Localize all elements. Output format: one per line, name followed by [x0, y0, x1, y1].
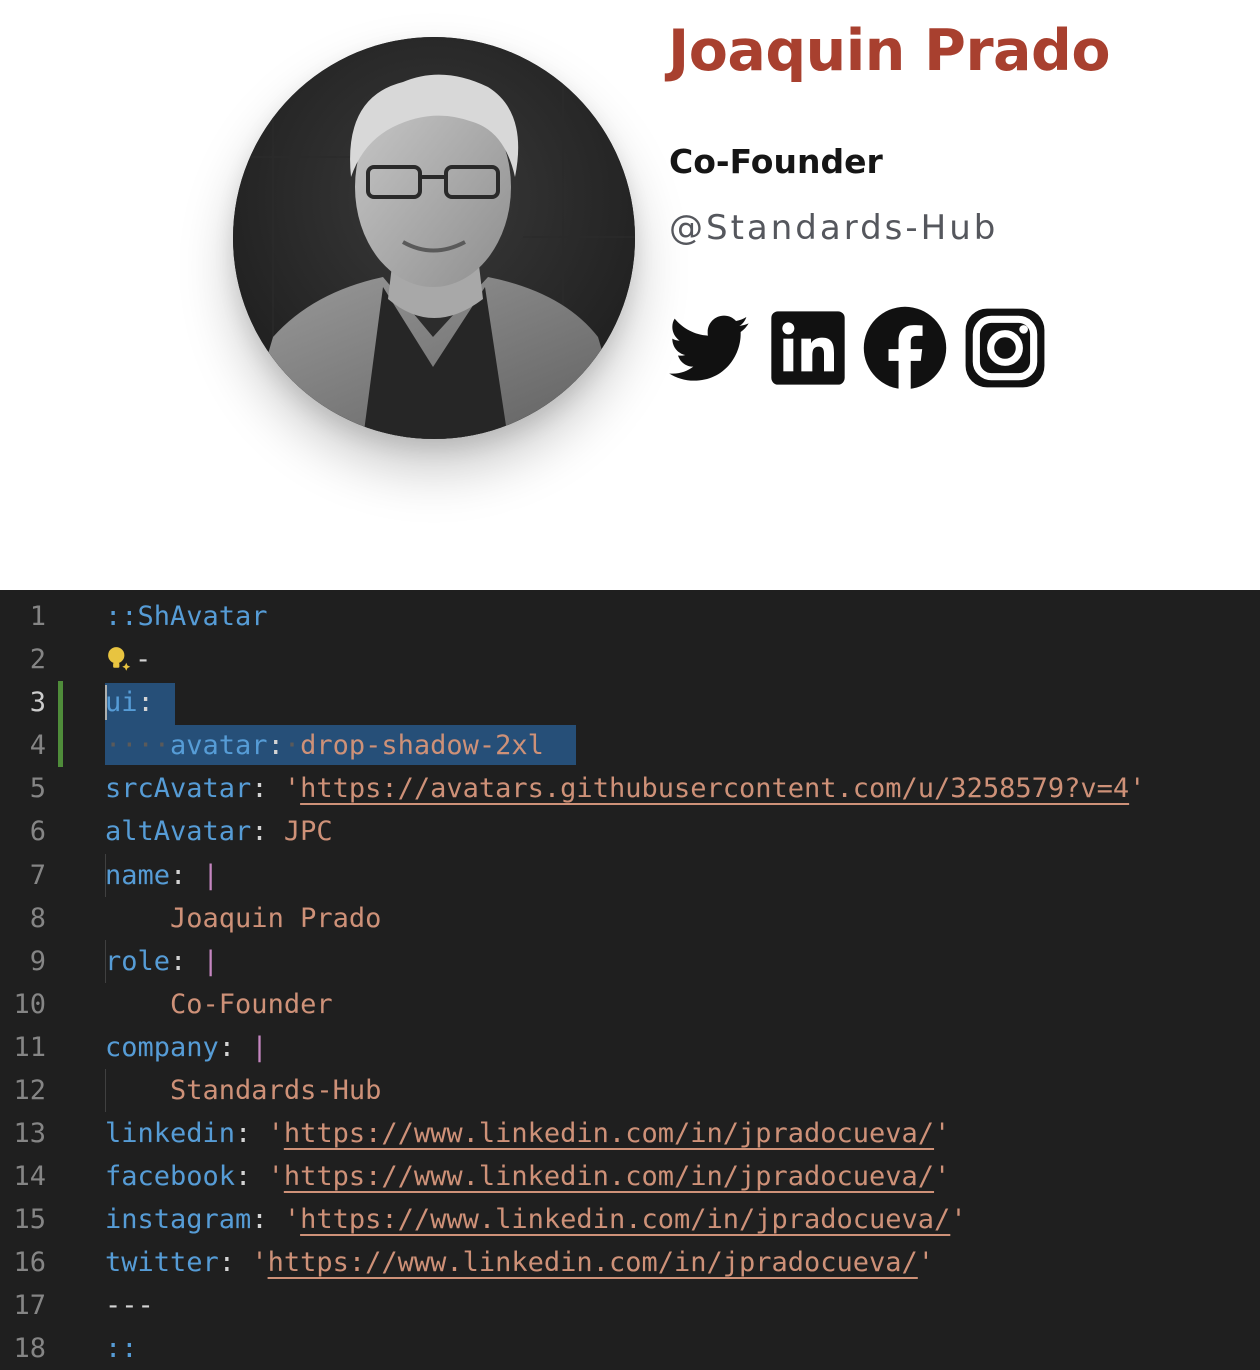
url-link[interactable]: https://www.linkedin.com/in/jpradocueva/: [268, 1247, 918, 1278]
code-line[interactable]: 4 ····avatar:·drop-shadow-2xl: [0, 724, 1260, 767]
code-text: role: |: [105, 946, 219, 977]
line-number: 12: [13, 1075, 46, 1106]
code-text: altAvatar: JPC: [105, 816, 333, 847]
code-line[interactable]: 9 role: |: [0, 940, 1260, 983]
yaml-value: drop-shadow-2xl: [300, 730, 544, 761]
code-text: Standards-Hub: [105, 1069, 381, 1112]
url-link[interactable]: https://avatars.githubusercontent.com/u/…: [300, 773, 1129, 804]
yaml-key: ui: [105, 687, 138, 718]
code-line[interactable]: 16 twitter: 'https://www.linkedin.com/in…: [0, 1241, 1260, 1284]
yaml-key: name: [105, 860, 171, 891]
code-text: ····avatar:·drop-shadow-2xl: [105, 730, 544, 761]
code-line[interactable]: 2 -: [0, 638, 1260, 681]
facebook-icon[interactable]: [862, 305, 948, 391]
yaml-key: instagram: [105, 1204, 252, 1235]
line-number: 4: [29, 730, 46, 761]
line-number: 3: [29, 687, 46, 718]
line-number: 15: [13, 1204, 46, 1235]
code-line[interactable]: 10 Co-Founder: [0, 983, 1260, 1026]
code-text: ---: [105, 1290, 154, 1321]
yaml-key: company: [105, 1032, 219, 1063]
url-link[interactable]: https://www.linkedin.com/in/jpradocueva/: [284, 1161, 934, 1192]
yaml-value: Standards-Hub: [170, 1075, 382, 1106]
yaml-key: altAvatar: [105, 816, 252, 847]
code-text: ::: [105, 1333, 138, 1364]
code-text: Joaquin Prado: [105, 897, 381, 940]
profile-company: @Standards-Hub: [669, 208, 999, 248]
linkedin-icon[interactable]: [768, 308, 848, 388]
yaml-key: facebook: [105, 1161, 236, 1192]
avatar-preview: Joaquin Prado Co-Founder @Standards-Hub: [0, 0, 1260, 590]
code-line[interactable]: 18 ::: [0, 1327, 1260, 1370]
code-text: linkedin: 'https://www.linkedin.com/in/j…: [105, 1118, 951, 1149]
line-number: 13: [13, 1118, 46, 1149]
yaml-key: linkedin: [105, 1118, 236, 1149]
line-number: 14: [13, 1161, 46, 1192]
code-text: name: |: [105, 860, 219, 891]
yaml-value: Joaquin Prado: [170, 903, 382, 934]
line-number: 5: [29, 773, 46, 804]
yaml-key: srcAvatar: [105, 773, 252, 804]
code-text: instagram: 'https://www.linkedin.com/in/…: [105, 1204, 967, 1235]
code-text: Co-Founder: [105, 983, 333, 1026]
line-number: 11: [13, 1032, 46, 1063]
line-number: 7: [29, 860, 46, 891]
code-text: -: [135, 644, 152, 675]
code-line[interactable]: 11 company: |: [0, 1026, 1260, 1069]
code-text: ::ShAvatar: [105, 601, 268, 632]
line-number: 9: [29, 946, 46, 977]
code-line[interactable]: 1 ::ShAvatar: [0, 595, 1260, 638]
url-link[interactable]: https://www.linkedin.com/in/jpradocueva/: [300, 1204, 950, 1235]
yaml-value: JPC: [283, 816, 333, 847]
twitter-icon[interactable]: [666, 308, 754, 388]
code-line[interactable]: 6 altAvatar: JPC: [0, 810, 1260, 853]
line-number: 6: [29, 816, 46, 847]
yaml-key: role: [105, 946, 171, 977]
code-line[interactable]: 15 instagram: 'https://www.linkedin.com/…: [0, 1198, 1260, 1241]
code-text: twitter: 'https://www.linkedin.com/in/jp…: [105, 1247, 935, 1278]
url-link[interactable]: https://www.linkedin.com/in/jpradocueva/: [284, 1118, 934, 1149]
avatar: [233, 37, 635, 439]
line-number: 16: [13, 1247, 46, 1278]
avatar-photo: [233, 37, 635, 439]
yaml-value: Co-Founder: [170, 989, 333, 1020]
code-text: ui:: [105, 687, 154, 718]
code-text: -: [105, 638, 151, 681]
code-line[interactable]: 14 facebook: 'https://www.linkedin.com/i…: [0, 1155, 1260, 1198]
code-line[interactable]: 7 name: |: [0, 854, 1260, 897]
instagram-icon[interactable]: [962, 305, 1048, 391]
code-line[interactable]: 8 Joaquin Prado: [0, 897, 1260, 940]
code-line[interactable]: 3 ui:: [0, 681, 1260, 767]
line-number: 2: [29, 644, 46, 675]
code-text: company: |: [105, 1032, 268, 1063]
line-number: 8: [29, 903, 46, 934]
line-number: 17: [13, 1290, 46, 1321]
lightbulb-sparkle-icon[interactable]: [105, 644, 135, 674]
code-text: srcAvatar: 'https://avatars.githubuserco…: [105, 773, 1146, 804]
profile-name: Joaquin Prado: [668, 18, 1111, 84]
line-number: 10: [13, 989, 46, 1020]
code-editor[interactable]: 1 ::ShAvatar 2 - 3 ui: 4 ····avatar:·dro…: [0, 590, 1260, 1370]
code-line[interactable]: 17 ---: [0, 1284, 1260, 1327]
social-links: [666, 304, 1048, 392]
profile-role: Co-Founder: [669, 142, 883, 181]
yaml-key: twitter: [105, 1247, 219, 1278]
line-number: 18: [13, 1333, 46, 1364]
code-line[interactable]: 13 linkedin: 'https://www.linkedin.com/i…: [0, 1112, 1260, 1155]
code-text: facebook: 'https://www.linkedin.com/in/j…: [105, 1161, 951, 1192]
code-line[interactable]: 12 Standards-Hub: [0, 1069, 1260, 1112]
yaml-key: avatar: [170, 730, 268, 761]
code-line[interactable]: 5 srcAvatar: 'https://avatars.githubuser…: [0, 767, 1260, 810]
line-number: 1: [29, 601, 46, 632]
